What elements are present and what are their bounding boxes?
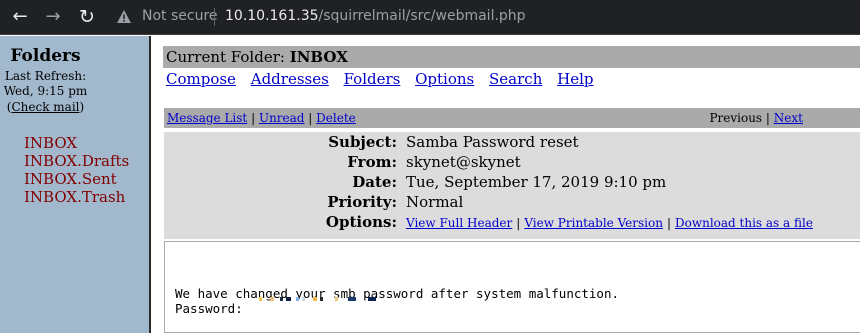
warning-icon[interactable] <box>116 9 132 25</box>
browser-toolbar: ← → ↻ Not secure 10.10.161.35/squirrelma… <box>0 0 860 35</box>
folder-inbox[interactable]: INBOX <box>24 134 129 152</box>
message-list-link[interactable]: Message List <box>167 111 247 125</box>
folder-inbox-drafts[interactable]: INBOX.Drafts <box>24 152 129 170</box>
forward-arrow-icon[interactable]: → <box>42 6 64 28</box>
nav-separator: | <box>251 111 256 125</box>
menu-options[interactable]: Options <box>415 70 474 88</box>
message-nav-bar: Message List | Unread | Delete Previous … <box>164 108 860 128</box>
message-headers: Subject: Samba Password reset From: skyn… <box>164 132 860 239</box>
delete-link[interactable]: Delete <box>316 111 356 125</box>
date-label: Date: <box>352 173 397 191</box>
options-links: View Full Header | View Printable Version |… <box>406 212 813 233</box>
unread-link[interactable]: Unread <box>259 111 305 125</box>
from-label: From: <box>347 153 397 171</box>
url-path: /squirrelmail/src/webmail.php <box>318 8 526 24</box>
option-separator: | <box>516 216 521 230</box>
date-row: Date: Tue, September 17, 2019 9:10 pm <box>164 172 860 192</box>
menu-compose[interactable]: Compose <box>166 70 236 88</box>
redaction-block <box>296 297 299 301</box>
redaction-block <box>270 297 274 301</box>
message-body: We have changed your smb password after … <box>164 241 860 333</box>
redaction-block <box>320 297 323 301</box>
folder-list: INBOX INBOX.Drafts INBOX.Sent INBOX.Tras… <box>24 134 129 206</box>
main-content: Current Folder: INBOX Compose Addresses … <box>163 36 860 333</box>
check-mail-wrapper: (Check mail) <box>6 100 85 114</box>
options-label: Options: <box>325 213 397 231</box>
view-full-header-link[interactable]: View Full Header <box>406 216 512 230</box>
priority-label: Priority: <box>327 193 397 211</box>
body-line-2: Password: <box>175 301 251 316</box>
redaction-block <box>286 297 291 301</box>
options-row: Options: View Full Header | View Printable… <box>164 212 860 232</box>
redaction-block <box>368 297 376 301</box>
subject-label: Subject: <box>328 133 397 151</box>
body-line-1: We have changed your smb password after … <box>175 286 620 301</box>
priority-row: Priority: Normal <box>164 192 860 212</box>
redaction-block <box>348 297 356 301</box>
subject-value: Samba Password reset <box>406 133 579 151</box>
redaction-block <box>335 297 338 301</box>
url-divider <box>214 8 215 26</box>
menu-folders[interactable]: Folders <box>344 70 401 88</box>
current-folder-label: Current Folder: <box>166 48 290 66</box>
reload-icon[interactable]: ↻ <box>76 6 98 28</box>
previous-label: Previous <box>709 111 763 125</box>
from-value: skynet@skynet <box>406 153 521 171</box>
last-refresh-label: Last Refresh: <box>4 69 87 83</box>
main-menu: Compose Addresses Folders Options Search… <box>166 70 604 88</box>
security-status-text[interactable]: Not secure <box>142 8 218 24</box>
menu-search[interactable]: Search <box>489 70 542 88</box>
url-host: 10.10.161.35 <box>225 8 319 24</box>
back-arrow-icon[interactable]: ← <box>9 6 31 28</box>
folder-sidebar: Folders Last Refresh: Wed, 9:15 pm (Chec… <box>0 36 151 333</box>
redaction-block <box>259 297 262 301</box>
message-body-text: We have changed your smb password after … <box>175 286 619 316</box>
menu-help[interactable]: Help <box>557 70 593 88</box>
download-file-link[interactable]: Download this as a file <box>675 216 813 230</box>
folder-inbox-sent[interactable]: INBOX.Sent <box>24 170 129 188</box>
nav-separator: | <box>308 111 313 125</box>
option-separator: | <box>666 216 671 230</box>
next-link[interactable]: Next <box>774 111 803 125</box>
subject-row: Subject: Samba Password reset <box>164 132 860 152</box>
redaction-block <box>302 297 305 301</box>
menu-addresses[interactable]: Addresses <box>251 70 329 88</box>
redaction-block <box>313 297 317 301</box>
redaction-block <box>280 297 283 301</box>
last-refresh-time: Wed, 9:15 pm <box>3 84 88 98</box>
folders-heading: Folders <box>10 46 81 66</box>
address-bar[interactable]: 10.10.161.35/squirrelmail/src/webmail.ph… <box>225 8 526 24</box>
check-mail-link[interactable]: Check mail <box>11 100 79 114</box>
from-row: From: skynet@skynet <box>164 152 860 172</box>
folder-inbox-trash[interactable]: INBOX.Trash <box>24 188 129 206</box>
pager: Previous | Next <box>709 108 803 128</box>
current-folder-bar: Current Folder: INBOX <box>163 46 860 68</box>
current-folder-name: INBOX <box>289 48 348 66</box>
view-printable-link[interactable]: View Printable Version <box>524 216 663 230</box>
priority-value: Normal <box>406 193 464 211</box>
date-value: Tue, September 17, 2019 9:10 pm <box>406 173 667 191</box>
nav-separator: | <box>765 111 770 125</box>
